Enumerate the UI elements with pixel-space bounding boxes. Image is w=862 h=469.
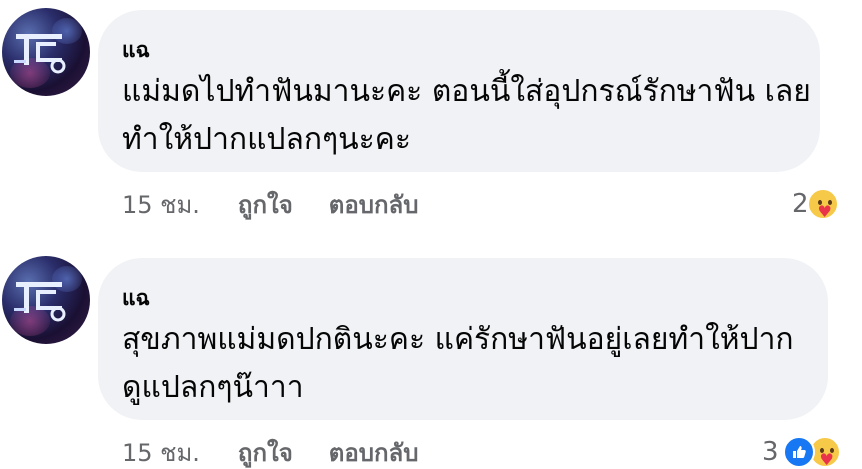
comment-author[interactable]: แฉ	[122, 282, 150, 315]
reaction-count: 3	[762, 437, 779, 467]
comment-timestamp[interactable]: 15 ชม.	[122, 185, 200, 224]
comment-actions: 15 ชม. ถูกใจ ตอบกลับ	[122, 184, 418, 224]
comment-author[interactable]: แฉ	[122, 34, 150, 67]
comment-timestamp[interactable]: 15 ชม.	[122, 433, 200, 469]
like-button[interactable]: ถูกใจ	[238, 185, 293, 224]
avatar[interactable]	[2, 8, 90, 96]
avatar-logo-icon	[14, 282, 66, 322]
comment-text: สุขภาพแม่มดปกตินะคะ แค่รักษาฟันอยู่เลยทำ…	[122, 322, 794, 405]
care-icon: ♥	[806, 188, 839, 220]
reply-button[interactable]: ตอบกลับ	[329, 433, 419, 469]
avatar[interactable]	[2, 256, 90, 344]
like-icon	[782, 436, 815, 468]
reaction-summary[interactable]: 3 ♥	[762, 432, 841, 469]
reply-button[interactable]: ตอบกลับ	[329, 185, 419, 224]
avatar-logo-icon	[14, 34, 66, 74]
reaction-summary[interactable]: 2 ♥	[792, 184, 839, 224]
comment-text: แม่มดไปทำฟันมานะคะ ตอนนี้ใส่อุปกรณ์รักษา…	[122, 74, 811, 157]
like-button[interactable]: ถูกใจ	[238, 433, 293, 469]
comment-actions: 15 ชม. ถูกใจ ตอบกลับ	[122, 432, 418, 469]
